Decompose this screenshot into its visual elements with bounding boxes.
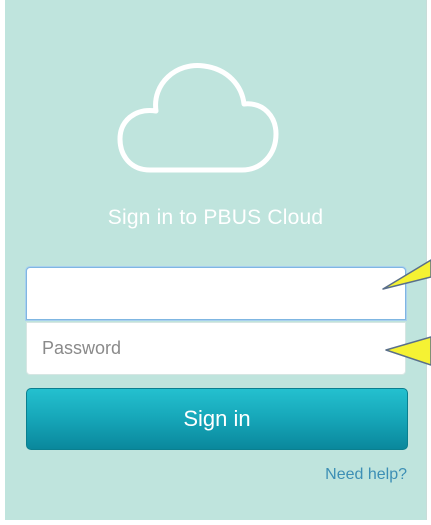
cloud-icon (117, 63, 279, 173)
password-input[interactable] (26, 322, 406, 375)
page-title: Sign in to PBUS Cloud (107, 206, 324, 229)
callout-pointer-icon (382, 259, 431, 366)
login-page: Sign in to PBUS Cloud Sign in Need help? (0, 0, 431, 525)
sign-in-button[interactable]: Sign in (26, 388, 408, 450)
username-input[interactable] (26, 267, 406, 320)
need-help-link[interactable]: Need help? (325, 466, 407, 484)
